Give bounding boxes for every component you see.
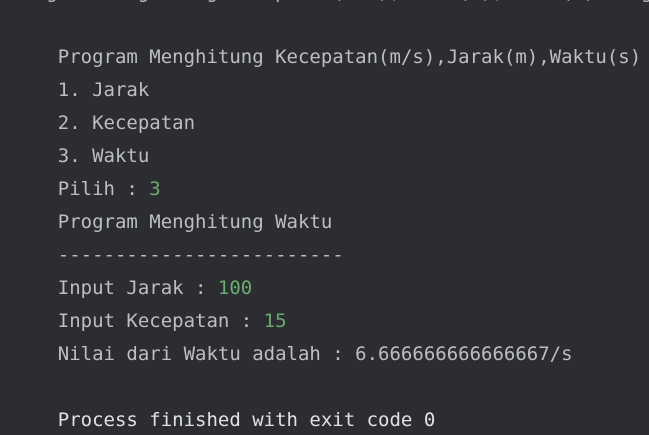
program-title-line: Program Menghitung Kecepatan(m/s),Jarak(… xyxy=(12,8,641,68)
menu-item-kecepatan: 2. Kecepatan xyxy=(12,74,195,134)
program-waktu-title-line: Program Menghitung Waktu xyxy=(12,173,333,233)
menu-item-jarak: 1. Jarak xyxy=(12,41,150,101)
line-text: Process finished with exit code 0 xyxy=(57,409,436,431)
choice-prompt-line: Pilih : 3 xyxy=(12,140,161,200)
kecepatan-input-line: Input Kecepatan : 15 xyxy=(12,272,287,332)
result-line: Nilai dari Waktu adalah : 6.666666666666… xyxy=(12,305,573,365)
console-output[interactable]: Program Menghitung Kecepatan(m/s),Jarak(… xyxy=(0,0,649,435)
jarak-input-line: Input Jarak : 100 xyxy=(12,239,252,299)
line-text: Nilai dari Waktu adalah : 6.666666666666… xyxy=(57,343,573,365)
menu-item-waktu: 3. Waktu xyxy=(12,107,150,167)
separator-line: ------------------------- xyxy=(12,206,344,266)
process-finished-line: Process finished with exit code 0 xyxy=(12,371,436,431)
